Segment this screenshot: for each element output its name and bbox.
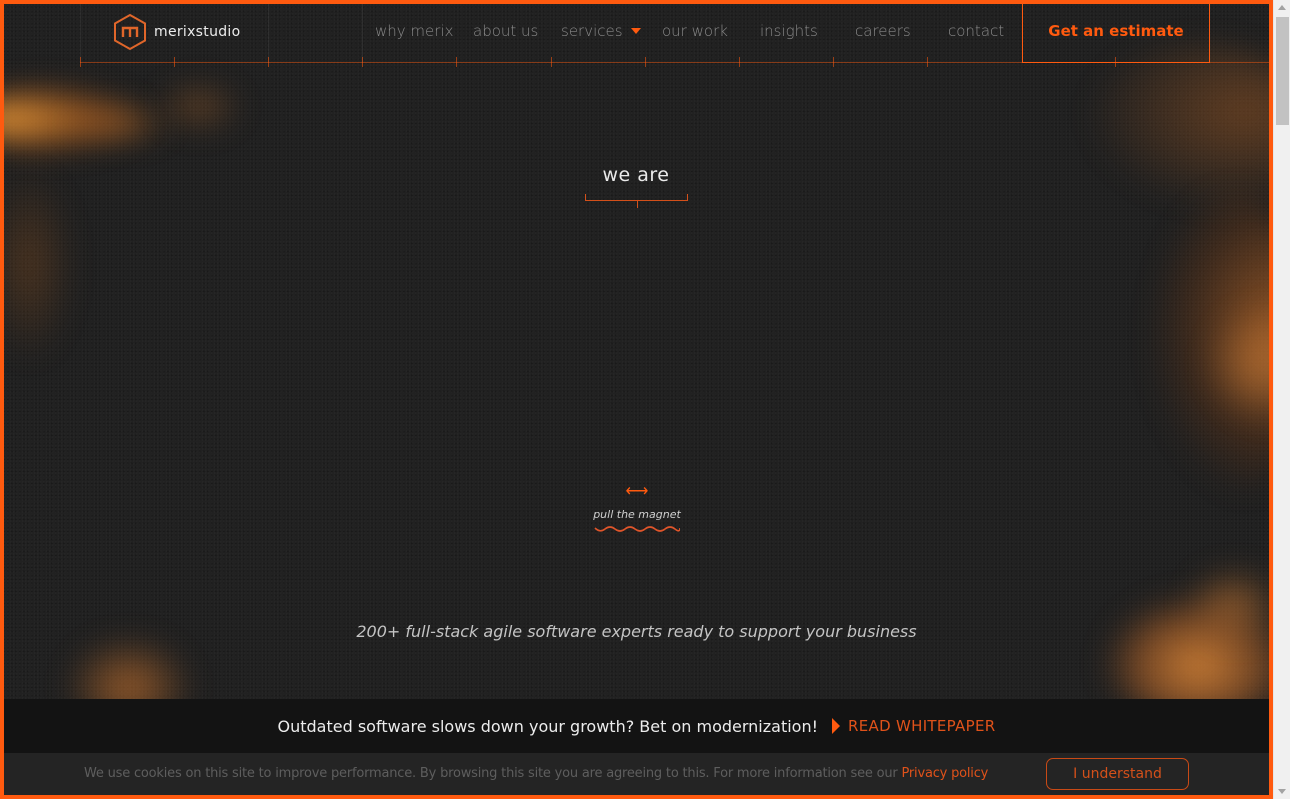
nav-services-label: services	[561, 22, 623, 40]
grid-divider	[362, 4, 363, 63]
grid-divider	[268, 4, 269, 63]
logo-text: merixstudio	[154, 24, 241, 40]
hero-heading: we are	[602, 164, 670, 186]
grid-tick	[833, 57, 834, 67]
grid-tick	[456, 57, 457, 67]
grid-tick	[174, 57, 175, 67]
nav-careers[interactable]: careers	[855, 22, 911, 40]
scroll-thumb[interactable]	[1276, 17, 1289, 125]
grid-tick	[739, 57, 740, 67]
textured-background	[4, 4, 1269, 795]
nav-contact[interactable]: contact	[948, 22, 1004, 40]
heading-bracket-decoration	[585, 194, 688, 208]
scroll-up-arrow-icon[interactable]	[1278, 5, 1286, 10]
scroll-down-arrow-icon[interactable]	[1278, 789, 1286, 794]
grid-divider	[80, 4, 81, 63]
promo-banner: Outdated software slows down your growth…	[4, 699, 1269, 753]
promo-text: Outdated software slows down your growth…	[277, 716, 819, 736]
accept-cookies-button[interactable]: I understand	[1046, 758, 1189, 790]
magnet-control[interactable]: ⟷ pull the magnet	[584, 484, 690, 533]
nav-insights[interactable]: insights	[760, 22, 818, 40]
logo-link[interactable]: merixstudio	[112, 12, 240, 52]
magnet-label: pull the magnet	[593, 508, 681, 521]
nav-services[interactable]: services	[561, 22, 641, 40]
read-whitepaper-label: READ WHITEPAPER	[848, 717, 996, 735]
caret-down-icon	[630, 27, 641, 34]
nav-our-work[interactable]: our work	[662, 22, 728, 40]
cookie-bar: We use cookies on this site to improve p…	[4, 753, 1269, 795]
grid-tick	[551, 57, 552, 67]
privacy-policy-link[interactable]: Privacy policy	[901, 766, 988, 781]
wave-underline-icon	[594, 526, 680, 532]
play-triangle-icon	[832, 718, 841, 734]
site-header: merixstudio why merix about us services …	[4, 4, 1269, 67]
cookie-text: We use cookies on this site to improve p…	[84, 766, 988, 781]
grid-tick	[80, 57, 81, 67]
nav-about-us[interactable]: about us	[473, 22, 538, 40]
page-viewport: merixstudio why merix about us services …	[0, 0, 1273, 799]
read-whitepaper-link[interactable]: READ WHITEPAPER	[832, 717, 995, 735]
grid-tick	[927, 57, 928, 67]
hero-tagline: 200+ full-stack agile software experts r…	[356, 622, 917, 641]
grid-tick	[268, 57, 269, 67]
nav-why-merix[interactable]: why merix	[375, 22, 453, 40]
vertical-scrollbar[interactable]	[1273, 0, 1290, 799]
get-estimate-button[interactable]: Get an estimate	[1022, 4, 1210, 63]
grid-tick	[362, 57, 363, 67]
hexagon-m-icon	[112, 13, 148, 51]
cookie-message: We use cookies on this site to improve p…	[84, 766, 898, 781]
double-arrow-icon: ⟷	[625, 483, 649, 500]
grid-tick	[645, 57, 646, 67]
